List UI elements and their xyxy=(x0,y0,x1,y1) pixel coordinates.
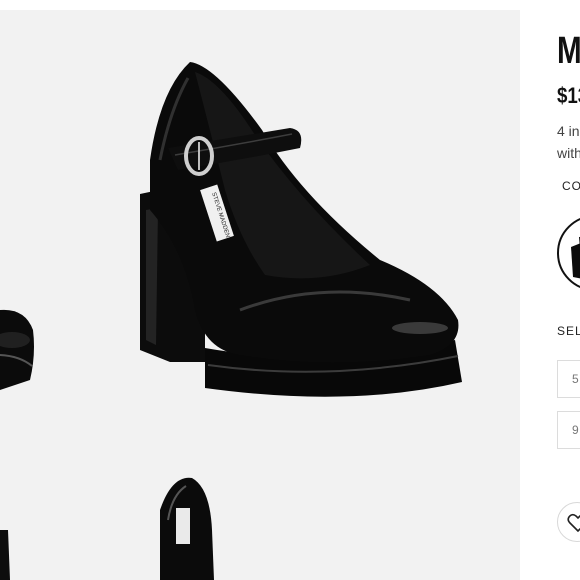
product-image-gallery[interactable]: STEVE MADDEN xyxy=(0,10,520,580)
color-swatch-black[interactable] xyxy=(557,215,580,291)
description-line: with xyxy=(557,145,580,161)
product-description: 4 in with xyxy=(557,120,580,164)
product-image-main[interactable]: STEVE MADDEN xyxy=(0,10,520,580)
heart-icon xyxy=(567,513,580,533)
size-option[interactable]: 9 xyxy=(557,411,580,449)
swatch-shoe-thumbnail xyxy=(571,236,580,279)
product-title: M xyxy=(557,30,580,72)
description-line: 4 in xyxy=(557,123,580,139)
color-label: CO xyxy=(562,179,580,193)
size-option[interactable]: 5 xyxy=(557,360,580,398)
product-info-panel: M $13 4 in with CO SEL 5 9 xyxy=(520,0,580,580)
wishlist-button[interactable] xyxy=(557,502,580,542)
product-price: $13 xyxy=(557,83,580,108)
size-select-label: SEL xyxy=(557,324,580,338)
product-image-bottom[interactable] xyxy=(160,477,214,580)
product-image-left-partial[interactable] xyxy=(0,309,34,580)
